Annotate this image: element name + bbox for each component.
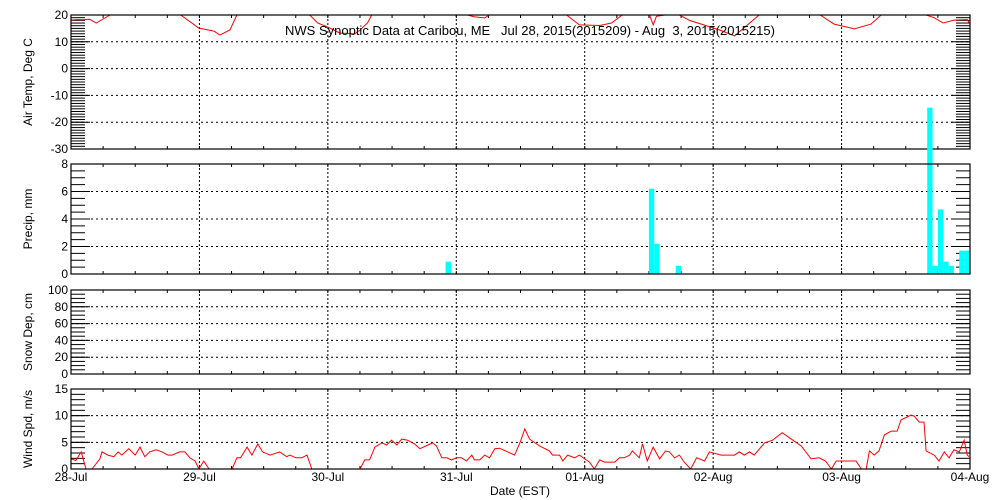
precip-bar	[445, 261, 451, 274]
y-tick-label: -30	[51, 142, 69, 156]
y-tick-label: 6	[61, 185, 68, 199]
x-tick-label: 03-Aug	[822, 470, 861, 484]
panel-wind: 051015Wind Spd, m/s	[21, 382, 971, 476]
y-tick-label: 15	[55, 382, 69, 396]
precip-bar	[964, 250, 970, 274]
precip-bar	[959, 250, 965, 274]
x-axis-label: Date (EST)	[490, 484, 550, 498]
precip-bar	[675, 265, 682, 274]
x-tick-label: 31-Jul	[440, 470, 473, 484]
precip-bar	[927, 107, 933, 274]
x-tick-label: 29-Jul	[183, 470, 216, 484]
x-tick-label: 01-Aug	[565, 470, 604, 484]
y-tick-label: 0	[61, 62, 68, 76]
panels: -30 -20 -10 0 10 20 Air Temp, Deg C 0 2 4 6 8 Precip…	[21, 8, 971, 476]
x-tick-labels: 28-Jul 29-Jul 30-Jul 31-Jul 01-Aug 02-Aug 03-A…	[55, 470, 990, 484]
y-tick-label: 2	[61, 240, 68, 254]
y-tick-label: 20	[55, 350, 69, 364]
precip-bar	[943, 261, 949, 274]
y-tick-label: -10	[51, 88, 69, 102]
y-tick-label: 4	[61, 212, 68, 226]
y-tick-label: 20	[55, 8, 69, 22]
y-axis-label-wind: Wind Spd, m/s	[21, 390, 35, 468]
panel-frame	[70, 163, 971, 275]
x-tick-label: 02-Aug	[694, 470, 733, 484]
synoptic-chart: -30 -20 -10 0 10 20 Air Temp, Deg C 0 2 4 6 8 Precip…	[21, 8, 990, 498]
x-tick-label: 04-Aug	[951, 470, 990, 484]
y-axis-label-precip: Precip, mm	[21, 189, 35, 250]
y-tick-label: 80	[55, 300, 69, 314]
precip-bar	[648, 188, 655, 274]
y-tick-label: 10	[55, 35, 69, 49]
y-axis-label-temp: Air Temp, Deg C	[21, 38, 35, 126]
precip-bar	[654, 243, 660, 274]
y-tick-label: 0	[61, 267, 68, 281]
x-tick-label: 28-Jul	[55, 470, 88, 484]
wind-series-line	[71, 414, 970, 469]
y-tick-label: 60	[55, 317, 69, 331]
panel-snow: 0 20 40 60 80 100 Snow Dep, cm	[21, 283, 971, 381]
y-tick-label: 0	[61, 367, 68, 381]
y-tick-label: -20	[51, 115, 69, 129]
y-tick-label: 10	[55, 409, 69, 423]
chart-title: NWS Synoptic Data at Caribou, ME Jul 28,…	[285, 23, 775, 38]
precip-bar	[948, 265, 954, 274]
panel-frame	[70, 388, 971, 470]
precip-bar	[937, 209, 944, 274]
x-tick-label: 30-Jul	[312, 470, 345, 484]
y-tick-label: 100	[48, 283, 68, 297]
panel-precip: 0 2 4 6 8 Precip, mm	[21, 107, 971, 281]
panel-frame	[70, 289, 971, 375]
y-tick-label: 40	[55, 333, 69, 347]
y-tick-label: 5	[61, 435, 68, 449]
y-axis-label-snow: Snow Dep, cm	[21, 293, 35, 371]
y-tick-label: 8	[61, 157, 68, 171]
precip-bar	[932, 265, 938, 274]
